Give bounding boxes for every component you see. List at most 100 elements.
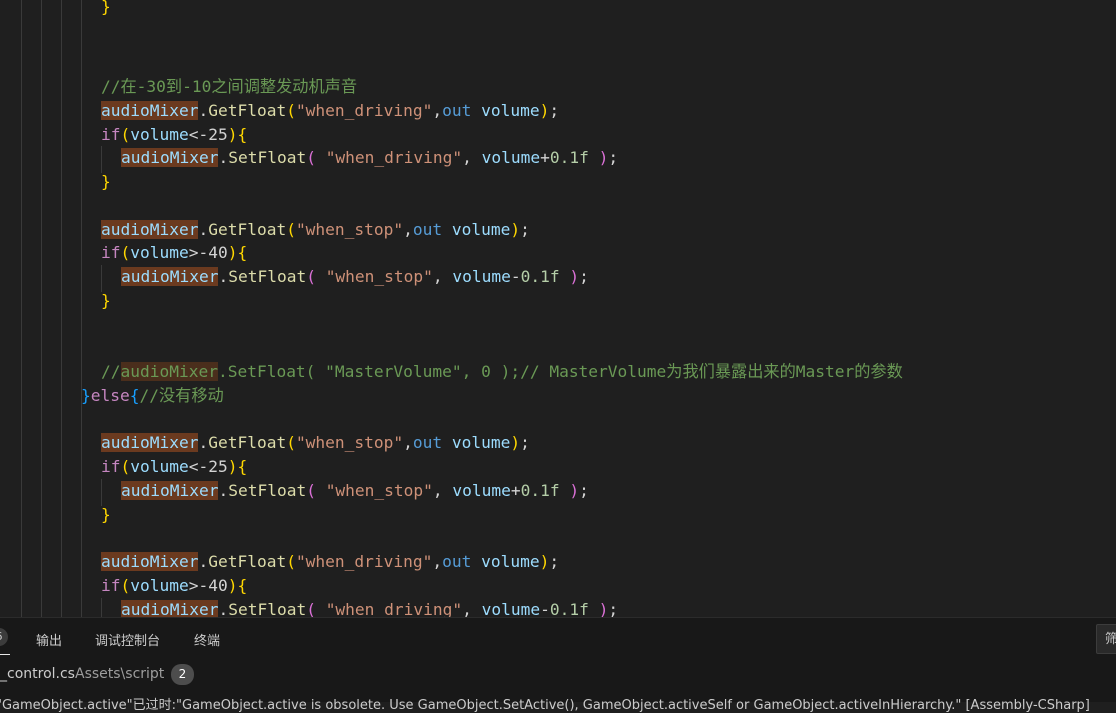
indent-guide <box>101 479 102 506</box>
code-token: , <box>403 220 413 239</box>
code-editor[interactable]: }//在-30到-10之间调整发动机声音 audioMixer.GetFloat(… <box>0 0 1116 617</box>
code-token: 0.1f <box>520 481 560 500</box>
code-token: audioMixer <box>121 600 219 617</box>
problem-file-name[interactable]: _control.cs <box>0 666 75 682</box>
code-token: ) <box>510 433 521 452</box>
code-line[interactable]: } <box>101 289 111 313</box>
code-token: . <box>198 101 209 120</box>
code-line[interactable]: audioMixer.SetFloat( "when_stop", volume… <box>121 479 589 503</box>
code-token: audioMixer <box>101 552 199 571</box>
code-token: "when_stop" <box>295 433 404 452</box>
code-token: , <box>462 148 482 167</box>
code-token: . <box>218 481 229 500</box>
code-token: "when_driving" <box>295 552 433 571</box>
code-token: ; <box>579 267 589 286</box>
code-token: { <box>237 576 248 595</box>
code-token: "when_stop" <box>325 481 433 500</box>
code-line[interactable]: audioMixer.SetFloat( "when_driving", vol… <box>121 598 618 617</box>
problem-file-path: Assets\script <box>75 666 165 682</box>
tab-output[interactable]: 输出 <box>36 630 62 649</box>
code-line[interactable]: audioMixer.GetFloat("when_stop",out volu… <box>101 431 530 455</box>
code-token: . <box>218 148 229 167</box>
indent-guide <box>101 598 102 617</box>
code-line[interactable]: audioMixer.GetFloat("when_stop",out volu… <box>101 218 530 242</box>
code-token: volume <box>130 457 189 476</box>
code-token: 0.1f <box>549 148 589 167</box>
code-token: . <box>218 600 229 617</box>
code-token: , <box>432 481 453 500</box>
code-token: ( <box>306 481 316 500</box>
code-token: out <box>442 101 472 120</box>
code-token: volume <box>452 481 511 500</box>
code-line[interactable]: audioMixer.SetFloat( "when_driving", vol… <box>121 146 618 170</box>
code-line[interactable]: } <box>101 170 111 194</box>
code-token: ) <box>539 101 550 120</box>
code-token: volume <box>130 243 189 262</box>
code-token: , <box>462 600 482 617</box>
code-token: out <box>412 433 443 452</box>
code-token: "when_stop" <box>295 220 404 239</box>
code-token: + <box>510 481 521 500</box>
code-token: SetFloat <box>228 148 307 167</box>
code-line[interactable]: } <box>101 503 111 527</box>
active-tab-indicator <box>0 654 10 655</box>
code-line[interactable]: }else{//没有移动 <box>81 384 224 408</box>
code-token: ( <box>286 433 296 452</box>
code-line[interactable]: audioMixer.GetFloat("when_driving",out v… <box>101 99 559 123</box>
tab-terminal[interactable]: 终端 <box>194 630 220 649</box>
code-token: audioMixer <box>120 362 218 381</box>
code-token: ( <box>120 457 131 476</box>
code-token: . <box>198 433 209 452</box>
code-token: GetFloat <box>208 433 287 452</box>
code-line[interactable]: audioMixer.SetFloat( "when_stop", volume… <box>121 265 589 289</box>
code-token: ( <box>306 267 316 286</box>
code-token: + <box>540 148 550 167</box>
code-token: , <box>403 433 413 452</box>
code-token: - <box>510 267 521 286</box>
code-line[interactable]: } <box>101 0 111 19</box>
code-line[interactable]: if(volume<-25){ <box>101 455 247 479</box>
code-token: audioMixer <box>121 481 219 500</box>
indent-guide <box>61 0 62 617</box>
code-token: { <box>237 125 248 144</box>
code-token: ) <box>569 481 580 500</box>
code-line[interactable]: //在-30到-10之间调整发动机声音 <box>101 75 357 99</box>
code-token: if <box>101 125 121 144</box>
code-line[interactable]: if(volume>-40){ <box>101 241 247 265</box>
problems-count-badge[interactable]: 6 <box>0 628 8 646</box>
code-token: "when_driving" <box>325 600 463 617</box>
code-token: ) <box>227 457 238 476</box>
code-token: >-40 <box>188 243 228 262</box>
indent-guide <box>41 0 42 617</box>
code-token: //在-30到-10之间调整发动机声音 <box>101 77 358 96</box>
code-line[interactable]: audioMixer.GetFloat("when_driving",out v… <box>101 550 559 574</box>
code-token: , <box>432 101 443 120</box>
tab-debug-console[interactable]: 调试控制台 <box>95 630 160 649</box>
code-line[interactable]: //audioMixer.SetFloat( "MasterVolume", 0… <box>101 360 903 384</box>
code-line[interactable]: if(volume<-25){ <box>101 123 247 147</box>
problem-count-badge: 2 <box>171 664 194 685</box>
code-token: ; <box>608 600 619 617</box>
code-token: "when_stop" <box>325 267 433 286</box>
code-token: volume <box>451 433 511 452</box>
code-token: "when_driving" <box>295 101 433 120</box>
filter-input[interactable]: 筛 <box>1096 624 1116 654</box>
code-token: ( <box>120 576 131 595</box>
code-token: . <box>218 267 229 286</box>
code-token: ( <box>306 600 316 617</box>
code-line[interactable]: if(volume>-40){ <box>101 574 247 598</box>
code-token: ( <box>286 552 296 571</box>
code-token: . <box>198 220 209 239</box>
code-token: } <box>101 291 111 310</box>
code-token: ; <box>520 220 530 239</box>
code-token: ; <box>549 552 560 571</box>
problem-message[interactable]: "GameObject.active"已过时:"GameObject.activ… <box>0 694 1090 713</box>
